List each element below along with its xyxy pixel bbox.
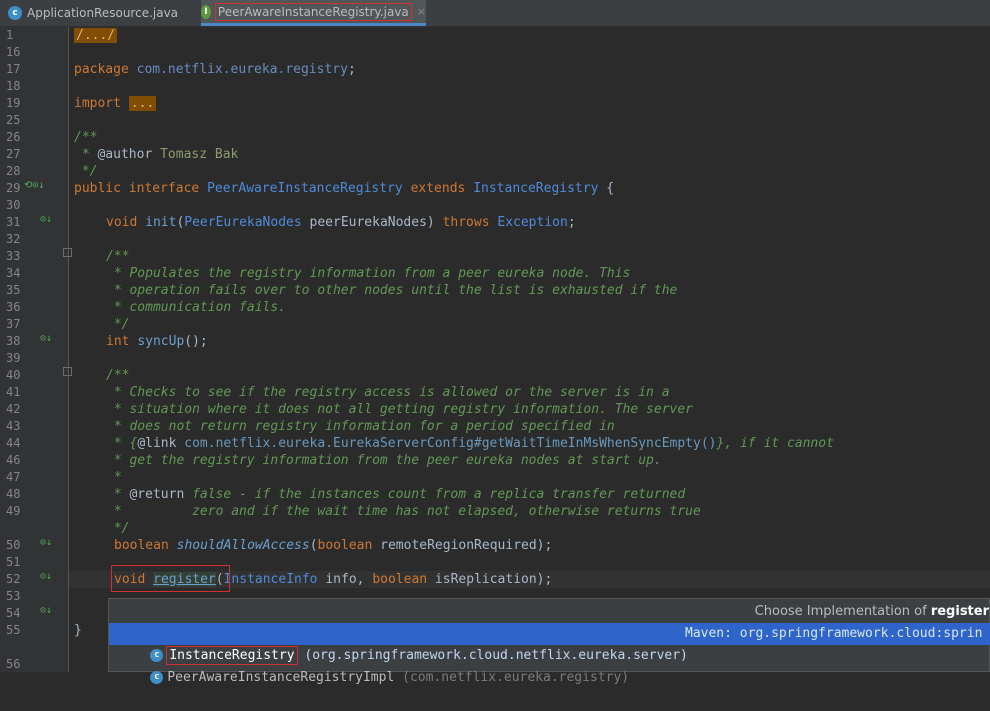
code-line: * situation where it does not all gettin… [106, 402, 693, 417]
line-number: 56 [6, 657, 21, 671]
line-number-gutter: 1 16 17 18 19 25 26 27 28 29 30 31 32 33… [0, 27, 72, 672]
code-line: * operation fails over to other nodes un… [106, 283, 678, 298]
code-line: */ [106, 317, 130, 332]
line-number: 27 [6, 147, 21, 161]
line-number: 38 [6, 334, 21, 348]
implementations-gutter-icon[interactable]: ⟲⊙↓ [24, 180, 44, 192]
code-line: */ [74, 164, 98, 179]
line-number: 39 [6, 351, 21, 365]
line-number: 52 [6, 572, 21, 586]
code-line: import ... [74, 96, 157, 111]
line-number: 50 [6, 538, 21, 552]
editor-tab-bar: c ApplicationResource.java I PeerAwareIn… [0, 0, 990, 27]
close-icon[interactable]: × [417, 5, 426, 18]
line-number: 17 [6, 62, 21, 76]
implementation-gutter-icon[interactable]: ⊙↓ [40, 571, 56, 583]
code-line: /** [106, 368, 130, 383]
implementation-gutter-icon[interactable]: ⊙↓ [40, 333, 56, 345]
code-line: /** [74, 130, 98, 145]
tab-label: PeerAwareInstanceRegistry.java [214, 2, 412, 21]
line-number: 33 [6, 249, 21, 263]
implementation-option-peer-aware-impl[interactable]: c PeerAwareInstanceRegistryImpl (com.netf… [109, 645, 990, 685]
line-number: 34 [6, 266, 21, 280]
line-number: 18 [6, 79, 21, 93]
line-number: 28 [6, 164, 21, 178]
line-number: 51 [6, 555, 21, 569]
implementation-gutter-icon[interactable]: ⊙↓ [40, 214, 56, 226]
line-number: 42 [6, 402, 21, 416]
code-line: /.../ [69, 27, 990, 44]
tab-peer-aware-instance-registry[interactable]: I PeerAwareInstanceRegistry.java × [201, 0, 426, 26]
line-number: 30 [6, 198, 21, 212]
line-number: 55 [6, 623, 21, 637]
line-number: 37 [6, 317, 21, 331]
class-icon: c [150, 671, 164, 684]
code-editor[interactable]: /.../ package com.netflix.eureka.registr… [69, 27, 990, 672]
line-number: 26 [6, 130, 21, 144]
code-line: * communication fails. [106, 300, 287, 315]
line-number: 54 [6, 606, 21, 620]
line-number: 19 [6, 96, 21, 110]
code-line: * {@link com.netflix.eureka.EurekaServer… [106, 436, 834, 451]
class-icon: c [8, 6, 22, 20]
code-line: * zero and if the wait time has not elap… [106, 504, 701, 519]
line-number: 47 [6, 470, 21, 484]
code-line: /** [106, 249, 130, 264]
code-line: void init(PeerEurekaNodes peerEurekaNode… [106, 215, 576, 230]
line-number: 43 [6, 419, 21, 433]
code-line: * @return false - if the instances count… [106, 487, 686, 502]
line-number: 40 [6, 368, 21, 382]
popup-title: Choose Implementation of register [754, 604, 989, 619]
code-line: * does not return registry information f… [106, 419, 615, 434]
folded-region[interactable]: ... [128, 96, 157, 111]
line-number: 53 [6, 589, 21, 603]
line-number: 41 [6, 385, 21, 399]
line-number: 31 [6, 215, 21, 229]
code-line: * get the registry information from the … [106, 453, 662, 468]
line-number: 49 [6, 504, 21, 518]
line-number: 46 [6, 453, 21, 467]
implementation-option-instance-registry[interactable]: c InstanceRegistry (org.springframework.c… [109, 623, 990, 665]
code-line: * Checks to see if the registry access i… [106, 385, 670, 400]
tab-application-resource[interactable]: c ApplicationResource.java [8, 0, 198, 26]
implementation-gutter-icon[interactable]: ⊙↓ [40, 537, 56, 549]
line-number: 36 [6, 300, 21, 314]
code-line: * @author Tomasz Bak [74, 147, 239, 162]
code-line: * [106, 470, 122, 485]
line-number: 48 [6, 487, 21, 501]
line-number: 25 [6, 113, 21, 127]
folded-region[interactable]: /.../ [74, 28, 118, 43]
line-number: 1 [6, 28, 14, 42]
code-line: public interface PeerAwareInstanceRegist… [74, 181, 615, 196]
code-line: */ [106, 521, 130, 536]
line-number: 44 [6, 436, 21, 450]
line-number: 16 [6, 45, 21, 59]
interface-icon: I [201, 4, 211, 19]
code-line: * Populates the registry information fro… [106, 266, 631, 281]
code-line: package com.netflix.eureka.registry; [74, 62, 356, 77]
choose-implementation-popup: Choose Implementation of register c Insta… [108, 598, 990, 685]
code-line: int syncUp(); [106, 334, 208, 349]
highlight-box [111, 565, 230, 592]
tab-label: ApplicationResource.java [27, 6, 179, 20]
line-number: 35 [6, 283, 21, 297]
line-number: 32 [6, 232, 21, 246]
implementation-gutter-icon[interactable]: ⊙↓ [40, 605, 56, 617]
code-line: boolean shouldAllowAccess(boolean remote… [114, 538, 553, 553]
